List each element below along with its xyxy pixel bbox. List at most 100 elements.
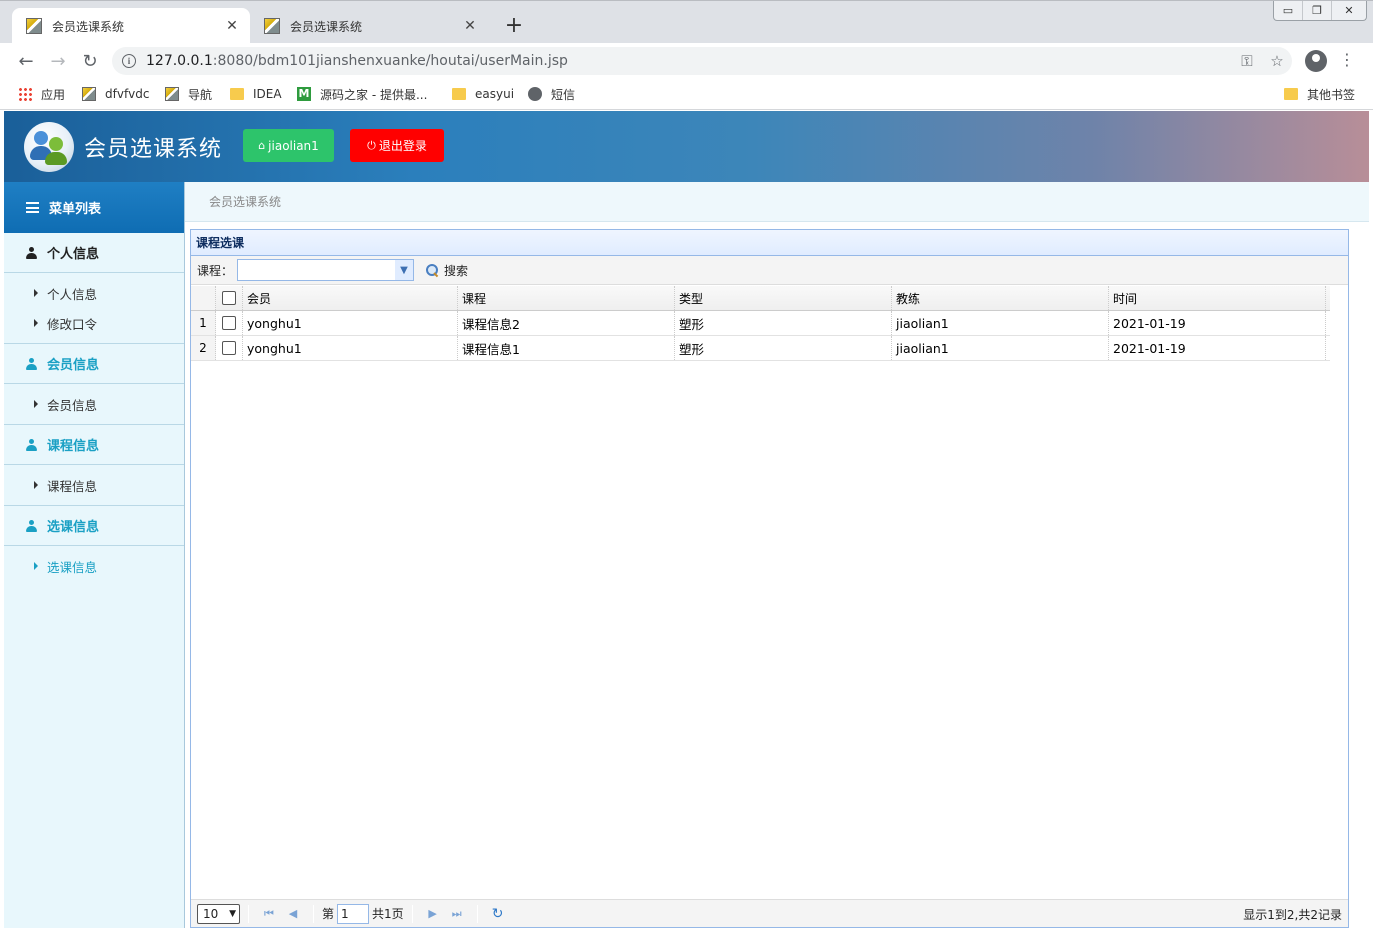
row-checkbox-cell [216, 336, 243, 360]
sidebar-group-members[interactable]: 会员信息 [4, 344, 184, 384]
caret-right-icon [34, 319, 38, 327]
bookmark-folder[interactable]: IDEA [230, 85, 282, 103]
select-all-checkbox[interactable] [222, 291, 236, 305]
table-row[interactable]: 1 yonghu1 课程信息2 塑形 jiaolian1 2021-01-19 [191, 311, 1330, 336]
bookmark-apps[interactable]: 应用 [18, 85, 65, 103]
sidebar-item-members[interactable]: 会员信息 [4, 389, 184, 419]
address-bar: ← → ↻ i 127.0.0.1:8080/bdm101jianshenxua… [0, 43, 1373, 79]
prev-page-icon[interactable]: ◀ [281, 907, 305, 920]
next-page-icon[interactable]: ▶ [421, 907, 445, 920]
pager-separator [476, 904, 478, 923]
column-header-course[interactable]: 课程 [458, 286, 675, 310]
panel-title: 课程选课 [191, 230, 1348, 256]
sidebar-group-selections[interactable]: 选课信息 [4, 506, 184, 546]
user-icon [26, 438, 37, 451]
bookmark-label: 源码之家 - 提供最... [320, 87, 428, 102]
back-arrow-icon[interactable]: ← [14, 49, 38, 73]
cell-course: 课程信息2 [458, 311, 675, 335]
page-number-input[interactable]: 1 [337, 903, 370, 924]
sidebar-group-courses[interactable]: 课程信息 [4, 425, 184, 465]
bookmark-item[interactable]: 短信 [528, 85, 575, 103]
logout-button[interactable]: ⏻ 退出登录 [350, 129, 444, 162]
sidebar-item-label: 会员信息 [47, 397, 98, 413]
close-window-icon[interactable]: ✕ [1332, 1, 1366, 20]
browser-tab[interactable]: 会员选课系统 ✕ [250, 8, 488, 44]
reload-icon[interactable]: ↻ [78, 49, 102, 73]
last-page-icon[interactable]: ⏭ [445, 907, 469, 921]
table-row[interactable]: 2 yonghu1 课程信息1 塑形 jiaolian1 2021-01-19 [191, 336, 1330, 361]
sidebar-group-label: 选课信息 [47, 520, 100, 535]
column-header-type[interactable]: 类型 [675, 286, 892, 310]
current-user-label: jiaolian1 [268, 138, 319, 153]
folder-icon [230, 88, 244, 100]
bookmark-label: 导航 [188, 87, 213, 102]
bookmarks-bar: 应用 dfvfvdc 导航 IDEA M 源码之家 - 提供最... easyui… [0, 79, 1373, 110]
cell-member: yonghu1 [243, 311, 458, 335]
bookmark-item[interactable]: dfvfvdc [82, 85, 149, 103]
bookmark-label: IDEA [253, 87, 282, 101]
new-tab-button[interactable]: + [503, 13, 525, 39]
sidebar-group-label: 个人信息 [47, 247, 100, 262]
restore-icon[interactable]: ❐ [1303, 1, 1332, 20]
sidebar-group-personal[interactable]: 个人信息 [4, 233, 184, 273]
key-icon[interactable]: ⚿ [1232, 52, 1262, 70]
site-info-icon[interactable]: i [122, 54, 136, 68]
sidebar-submenu: 课程信息 [4, 465, 184, 506]
row-checkbox[interactable] [222, 316, 236, 330]
browser-menu-icon[interactable]: ⋮ [1339, 50, 1355, 70]
cell-type: 塑形 [675, 311, 892, 335]
column-header-coach[interactable]: 教练 [892, 286, 1109, 310]
page-total: 共1页 [372, 907, 404, 921]
sidebar: 菜单列表 个人信息 个人信息 修改口令 会员信息 会员信息 课程信息 课程信息 [4, 182, 185, 928]
sidebar-item-label: 选课信息 [47, 559, 98, 575]
user-icon [26, 246, 37, 259]
menu-title-label: 菜单列表 [49, 202, 102, 217]
search-button[interactable]: 搜索 [426, 262, 468, 279]
refresh-icon[interactable]: ↻ [486, 906, 510, 922]
app-title: 会员选课系统 [84, 137, 223, 162]
row-checkbox[interactable] [222, 341, 236, 355]
page-size-select[interactable]: 10 ▼ [197, 903, 240, 924]
sidebar-item-selections[interactable]: 选课信息 [4, 551, 184, 581]
cell-time: 2021-01-19 [1109, 336, 1326, 360]
user-icon [26, 519, 37, 532]
cell-member: yonghu1 [243, 336, 458, 360]
chevron-down-icon[interactable]: ▼ [395, 260, 414, 280]
page-icon [82, 87, 96, 101]
folder-icon [452, 88, 466, 100]
other-bookmarks[interactable]: 其他书签 [1284, 85, 1355, 103]
browser-tab-active[interactable]: 会员选课系统 ✕ [12, 8, 250, 44]
sidebar-item-courses[interactable]: 课程信息 [4, 470, 184, 500]
sidebar-submenu: 会员信息 [4, 384, 184, 425]
bookmark-item[interactable]: M 源码之家 - 提供最... [297, 85, 427, 103]
sidebar-submenu: 个人信息 修改口令 [4, 273, 184, 344]
row-number: 2 [191, 336, 216, 360]
forward-arrow-icon[interactable]: → [46, 49, 70, 73]
profile-avatar-icon[interactable] [1305, 50, 1327, 72]
close-tab-icon[interactable]: ✕ [462, 18, 478, 34]
bookmark-label: 其他书签 [1307, 87, 1356, 102]
minimize-icon[interactable]: ▭ [1274, 1, 1303, 20]
user-icon [26, 357, 37, 370]
caret-right-icon [34, 562, 38, 570]
url-path: :8080/bdm101jianshenxuanke/houtai/userMa… [212, 53, 568, 69]
sidebar-submenu: 选课信息 [4, 546, 184, 586]
sidebar-item-personal-info[interactable]: 个人信息 [4, 278, 184, 308]
course-filter-label: 课程： [197, 263, 234, 278]
column-header-member[interactable]: 会员 [243, 286, 458, 310]
star-icon[interactable]: ☆ [1262, 52, 1292, 70]
course-combobox[interactable]: ▼ [237, 259, 415, 281]
close-tab-icon[interactable]: ✕ [224, 18, 240, 34]
users-logo-icon [24, 122, 74, 172]
url-field[interactable]: i 127.0.0.1:8080/bdm101jianshenxuanke/ho… [112, 47, 1292, 75]
chevron-down-icon: ▼ [229, 908, 236, 919]
first-page-icon[interactable]: ⏮ [257, 907, 281, 921]
bookmark-folder[interactable]: easyui [452, 85, 514, 103]
current-user-button[interactable]: ⌂ jiaolian1 [243, 129, 334, 162]
bookmark-item[interactable]: 导航 [165, 85, 212, 103]
main-content: 会员选课系统 课程选课 课程： ▼ 搜索 会员 课程 类型 教练 时间 1 yo… [185, 182, 1369, 928]
url-text: 127.0.0.1:8080/bdm101jianshenxuanke/hout… [146, 53, 568, 69]
home-icon: ⌂ [258, 139, 266, 152]
sidebar-item-change-password[interactable]: 修改口令 [4, 308, 184, 338]
column-header-time[interactable]: 时间 [1109, 286, 1326, 310]
